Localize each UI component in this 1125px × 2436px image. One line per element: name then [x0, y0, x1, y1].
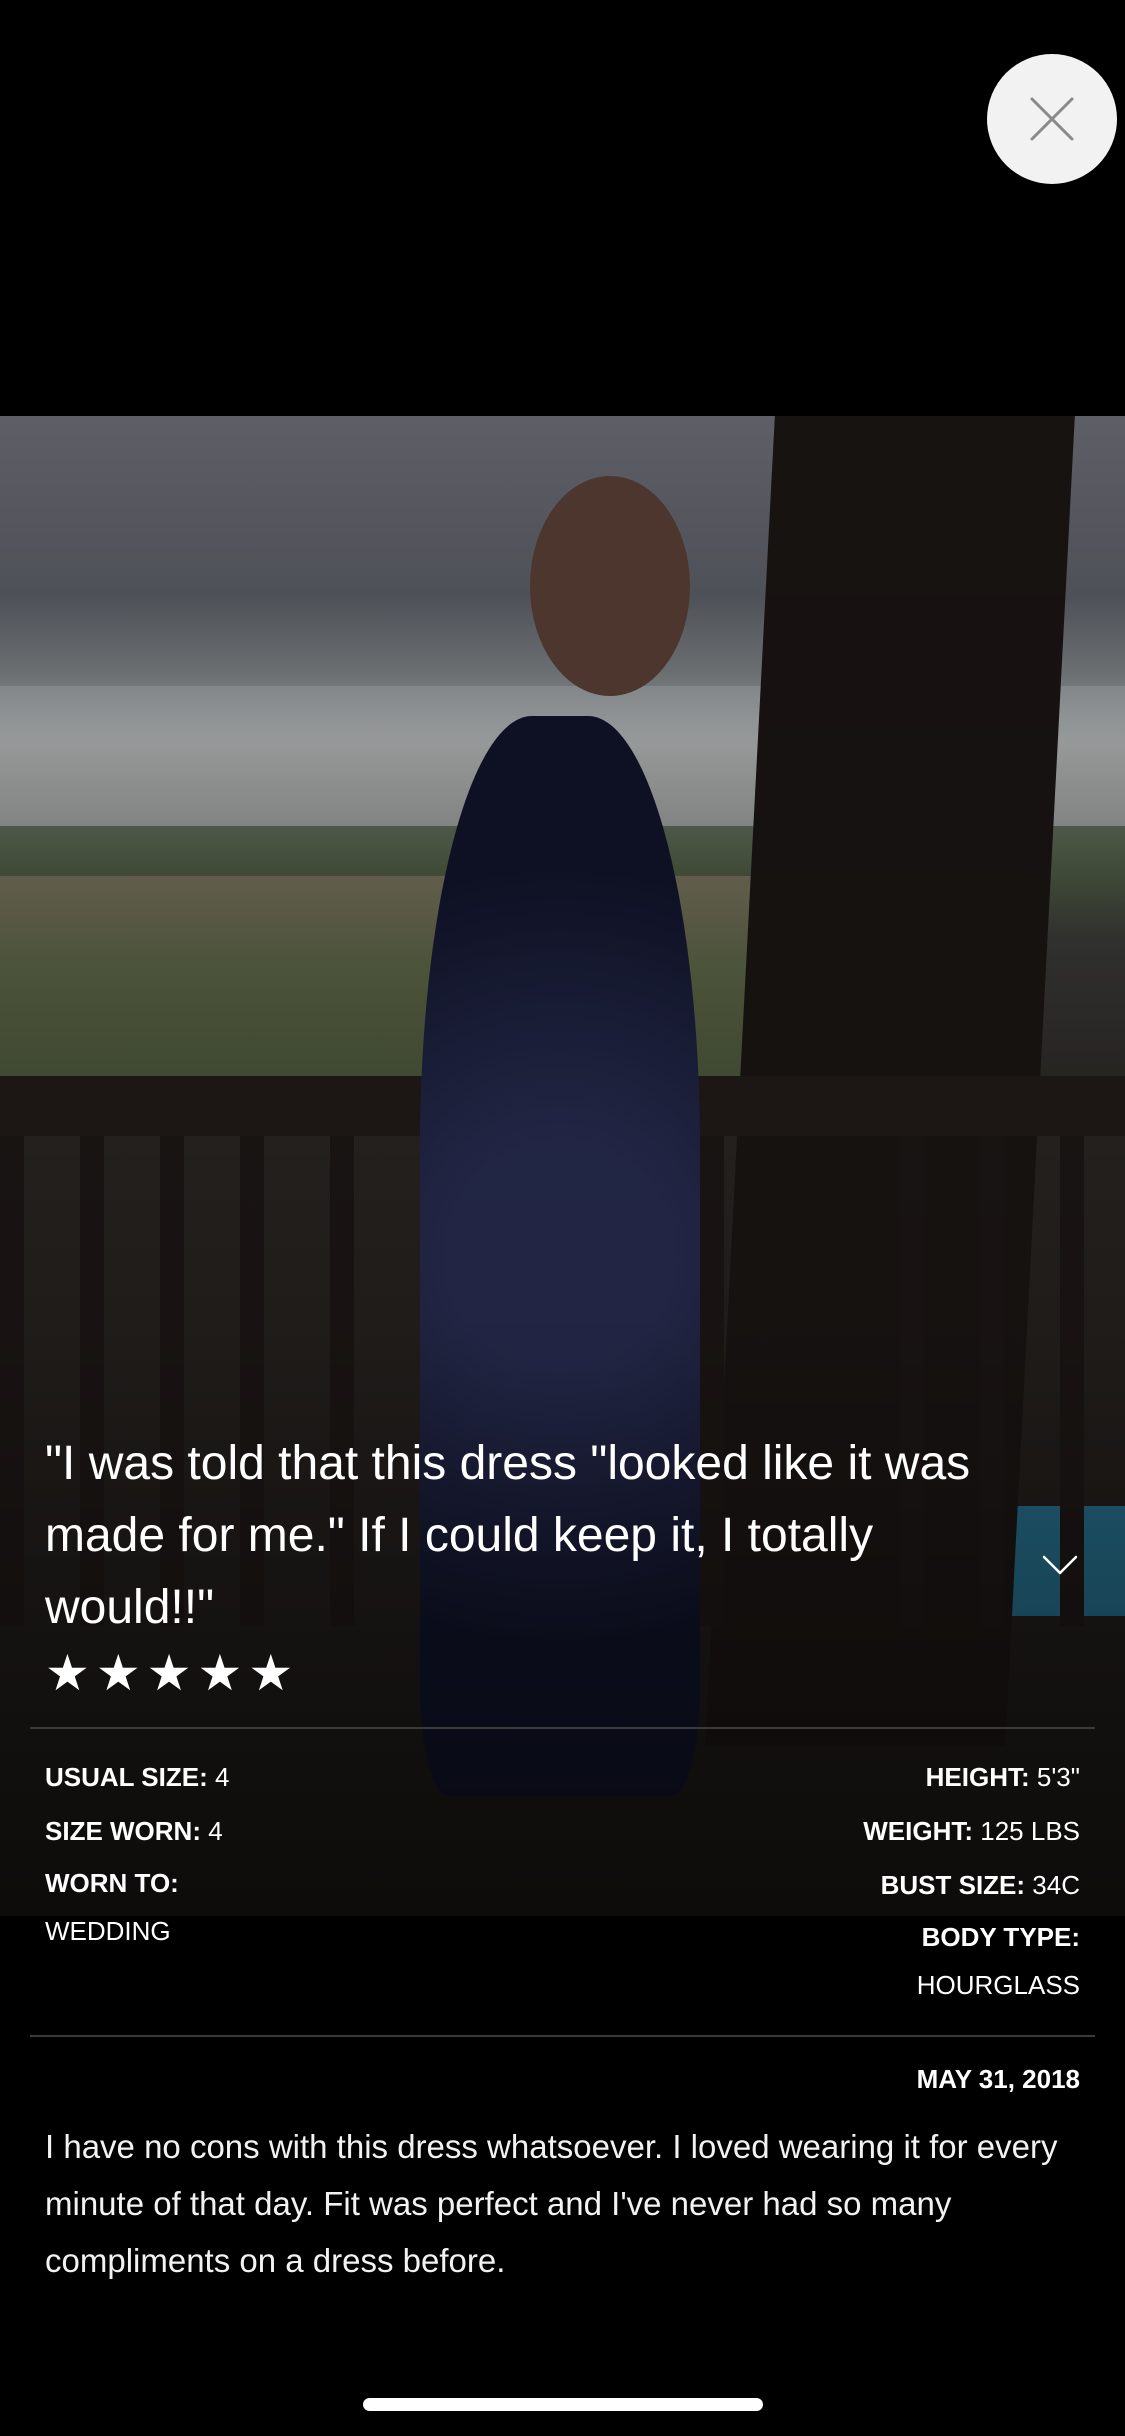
- divider: [30, 2035, 1095, 2037]
- chevron-down-icon[interactable]: [1040, 1545, 1080, 1585]
- home-indicator[interactable]: [363, 2398, 763, 2411]
- star-icon: ★: [197, 1644, 243, 1702]
- review-body: I have no cons with this dress whatsoeve…: [45, 2128, 1058, 2279]
- star-icon: ★: [95, 1644, 141, 1702]
- star-rating: ★ ★ ★ ★ ★: [45, 1645, 293, 1701]
- stat-worn-to-label: WORN TO:: [45, 1868, 179, 1898]
- stat-weight: WEIGHT: 125 LBS: [863, 1816, 1080, 1846]
- stat-usual-size: USUAL SIZE: 4: [45, 1762, 230, 1792]
- stat-body-type-label: BODY TYPE:: [921, 1922, 1080, 1952]
- close-icon: [1030, 97, 1074, 141]
- stat-worn-to-value: WEDDING: [45, 1916, 171, 1946]
- review-quote: "I was told that this dress "looked like…: [45, 1437, 971, 1634]
- stat-size-worn: SIZE WORN: 4: [45, 1816, 223, 1846]
- divider: [30, 1727, 1095, 1729]
- star-icon: ★: [45, 1644, 90, 1702]
- stat-bust-size: BUST SIZE: 34C: [880, 1870, 1080, 1900]
- star-icon: ★: [248, 1644, 294, 1702]
- stat-height: HEIGHT: 5'3": [925, 1762, 1080, 1792]
- stat-body-type-value: HOURGLASS: [916, 1970, 1080, 2000]
- star-icon: ★: [146, 1644, 192, 1702]
- close-button[interactable]: [987, 54, 1117, 184]
- review-date: MAY 31, 2018: [916, 2064, 1080, 2094]
